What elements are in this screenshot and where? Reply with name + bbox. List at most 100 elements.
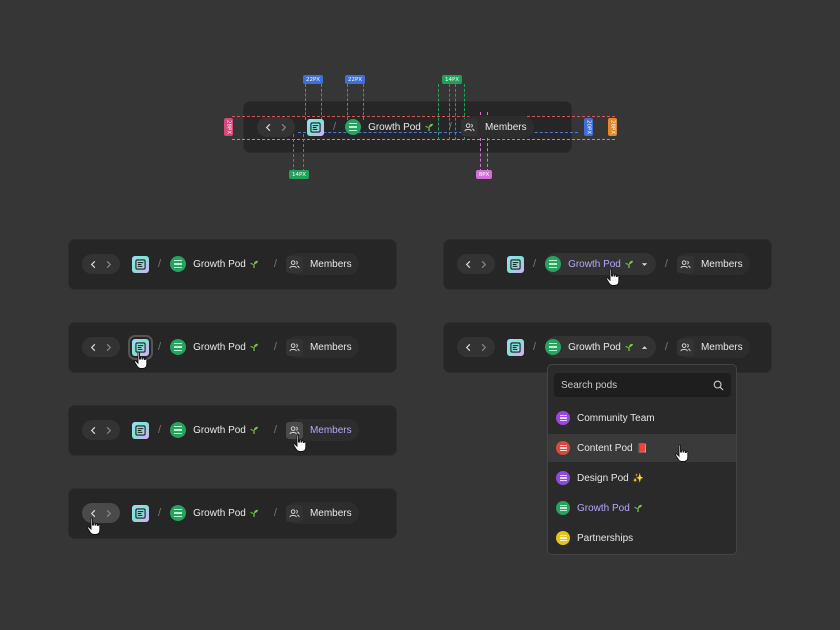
separator: / [664, 258, 668, 270]
members-label: Members [309, 424, 352, 436]
pod-icon [170, 422, 187, 438]
pod-option-partnerships[interactable]: Partnerships [548, 524, 736, 552]
sprout-icon [624, 343, 633, 351]
pointer-cursor-icon [605, 268, 620, 286]
nav-arrows [82, 254, 120, 274]
pod-option-label: Community Team [577, 412, 655, 424]
spec-label-28px-right: 28PX [608, 118, 617, 136]
breadcrumb-members-hover: / Growth Pod / Members [82, 419, 359, 441]
nav-arrows [457, 337, 495, 357]
pod-name: Growth Pod [368, 121, 421, 133]
pod-option-design-pod[interactable]: Design Pod ✨ [548, 464, 736, 492]
back-chevron-icon[interactable] [89, 259, 99, 269]
pod-selector[interactable]: Growth Pod [170, 336, 265, 358]
back-chevron-icon[interactable] [464, 342, 474, 352]
users-icon [285, 504, 303, 522]
pointer-cursor-icon [292, 434, 307, 452]
workspace-logo-icon[interactable] [307, 118, 324, 136]
sprout-icon [624, 260, 633, 268]
pod-option-community-team[interactable]: Community Team [548, 404, 736, 432]
members-label: Members [309, 507, 352, 519]
workspace-logo-icon[interactable] [507, 255, 524, 273]
spec-guide-v3 [347, 84, 348, 120]
pointer-cursor-icon [86, 517, 101, 535]
book-icon: 📕 [636, 442, 648, 453]
forward-chevron-icon[interactable] [479, 259, 489, 269]
sprout-icon [249, 343, 258, 351]
pod-icon [556, 471, 570, 485]
separator: / [273, 341, 277, 353]
forward-chevron-icon[interactable] [104, 425, 114, 435]
pod-icon [545, 256, 562, 272]
back-chevron-icon[interactable] [464, 259, 474, 269]
pod-name: Growth Pod [568, 341, 621, 353]
breadcrumb-pod-open: / Growth Pod / Members [457, 336, 750, 358]
sprout-icon [249, 426, 258, 434]
members-link[interactable]: Members [285, 502, 359, 524]
members-label: Members [484, 121, 527, 133]
workspace-logo-icon[interactable] [132, 504, 149, 522]
back-chevron-icon[interactable] [264, 122, 274, 132]
pod-option-content-pod[interactable]: Content Pod 📕 [548, 434, 736, 462]
back-chevron-icon[interactable] [89, 425, 99, 435]
workspace-logo-icon[interactable] [132, 255, 149, 273]
forward-chevron-icon[interactable] [104, 508, 114, 518]
pod-search-input[interactable]: Search pods [554, 373, 731, 397]
forward-chevron-icon[interactable] [104, 342, 114, 352]
sparkles-icon: ✨ [632, 472, 644, 483]
pod-name: Growth Pod [193, 341, 246, 353]
spec-breadcrumb: / Growth Pod / Members [257, 116, 534, 138]
spec-label-22px-b: 22PX [345, 75, 365, 84]
separator: / [273, 507, 277, 519]
spec-label-22px-a: 22PX [303, 75, 323, 84]
separator: / [273, 258, 277, 270]
members-link[interactable]: Members [285, 336, 359, 358]
breadcrumb-default: / Growth Pod / Members [82, 253, 359, 275]
pod-selector[interactable]: Growth Pod [170, 419, 265, 441]
pod-option-label: Partnerships [577, 532, 634, 544]
pod-name: Growth Pod [193, 507, 246, 519]
nav-arrows [82, 337, 120, 357]
spec-label-20px: 20PX [584, 118, 593, 136]
pod-icon [170, 505, 187, 521]
pod-selector[interactable]: Growth Pod [545, 336, 656, 358]
users-icon [285, 255, 303, 273]
forward-chevron-icon[interactable] [479, 342, 489, 352]
forward-chevron-icon[interactable] [279, 122, 289, 132]
breadcrumb-nav-hover: / Growth Pod / Members [82, 502, 359, 524]
pod-selector[interactable]: Growth Pod [545, 253, 656, 275]
workspace-logo-icon[interactable] [132, 421, 149, 439]
breadcrumb-logo-hover: / Growth Pod / Members [82, 334, 359, 360]
members-link[interactable]: Members [285, 253, 359, 275]
pod-selector[interactable]: Growth Pod [170, 253, 265, 275]
pod-name: Growth Pod [193, 258, 246, 270]
spec-label-28px-left: 28PX [224, 118, 233, 136]
pod-selector[interactable]: Growth Pod [170, 502, 265, 524]
members-label: Members [700, 341, 743, 353]
members-link[interactable]: Members [676, 336, 750, 358]
pod-option-growth-pod[interactable]: Growth Pod [548, 494, 736, 522]
pod-icon [170, 339, 187, 355]
pod-option-label: Design Pod [577, 472, 629, 484]
spec-label-14px-top: 14PX [442, 75, 462, 84]
members-label: Members [309, 258, 352, 270]
caret-down-icon [641, 262, 647, 266]
sprout-icon [249, 509, 258, 517]
pod-name: Growth Pod [193, 424, 246, 436]
separator: / [533, 258, 537, 270]
search-icon[interactable] [713, 380, 724, 391]
pod-dropdown: Search pods Community Team Content Pod 📕… [547, 364, 737, 555]
workspace-logo-icon[interactable] [507, 338, 524, 356]
members-link[interactable]: Members [676, 253, 750, 275]
separator: / [273, 424, 277, 436]
pod-selector[interactable]: Growth Pod [345, 116, 440, 138]
separator: / [158, 258, 162, 270]
nav-arrows [257, 117, 295, 137]
back-chevron-icon[interactable] [89, 342, 99, 352]
pod-icon [556, 501, 570, 515]
pod-icon [345, 119, 362, 135]
members-link[interactable]: Members [460, 116, 534, 138]
forward-chevron-icon[interactable] [104, 259, 114, 269]
pod-icon [556, 531, 570, 545]
pod-option-label: Content Pod [577, 442, 633, 454]
